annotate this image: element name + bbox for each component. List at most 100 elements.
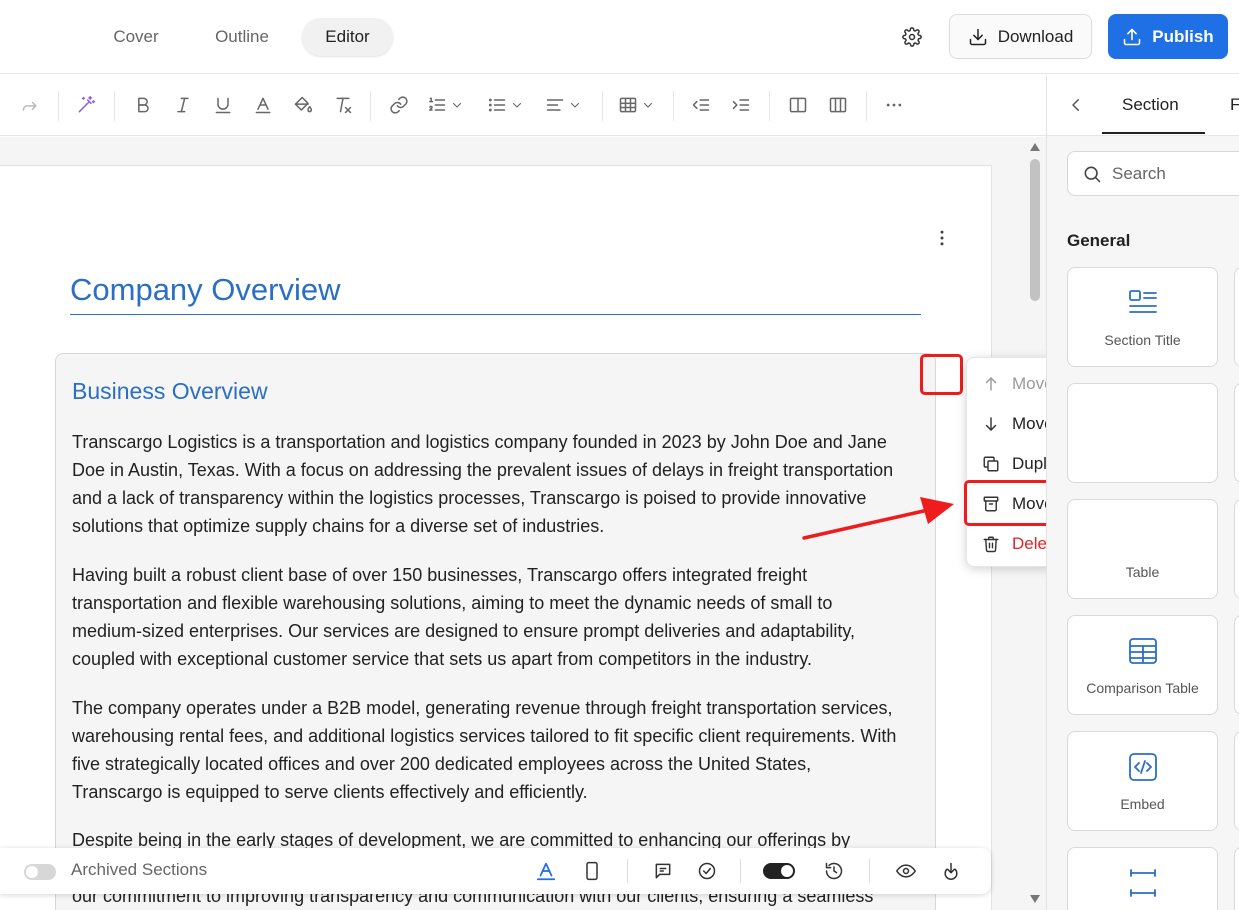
- outdent-icon: [692, 99, 710, 111]
- column-icon: [789, 97, 807, 113]
- link-button[interactable]: [387, 93, 411, 117]
- block-hidden[interactable]: [1067, 383, 1218, 483]
- history-button[interactable]: [822, 859, 846, 883]
- columns-button[interactable]: [826, 93, 850, 117]
- upload-icon: [1124, 28, 1141, 45]
- tab-cover[interactable]: Cover: [92, 18, 180, 56]
- bold-icon: [138, 97, 149, 113]
- clear-format-button[interactable]: [331, 93, 355, 117]
- duplicate-icon: [983, 456, 999, 472]
- tab-outline[interactable]: Outline: [194, 18, 290, 56]
- block-card-edge[interactable]: [1234, 615, 1239, 715]
- text-color-button[interactable]: [251, 93, 275, 117]
- outdent-button[interactable]: [689, 93, 713, 117]
- toolbar-divider: [740, 859, 741, 883]
- indent-icon: [732, 99, 750, 111]
- paragraph[interactable]: Transcargo Logistics is a transportation…: [72, 428, 902, 540]
- paragraph[interactable]: Having built a robust client base of ove…: [72, 561, 902, 673]
- block-label: Table: [1125, 564, 1160, 580]
- ordered-list-icon: [429, 97, 446, 111]
- panel-back-button[interactable]: [1065, 94, 1087, 116]
- section-heading[interactable]: Business Overview: [72, 378, 268, 405]
- comments-button[interactable]: [651, 859, 675, 883]
- underline-icon: [215, 97, 231, 114]
- block-card-edge[interactable]: [1234, 847, 1239, 910]
- column-button[interactable]: [786, 93, 810, 117]
- chevron-down-icon: [512, 102, 522, 108]
- toggle-knob: [26, 866, 38, 878]
- ai-magic-button[interactable]: [74, 93, 98, 117]
- text-style-button[interactable]: [534, 859, 558, 883]
- align-button[interactable]: [545, 93, 593, 117]
- more-button[interactable]: [882, 93, 906, 117]
- page-title[interactable]: Company Overview: [70, 272, 340, 308]
- block-card-edge[interactable]: [1234, 499, 1239, 599]
- panel-tab-partial[interactable]: F: [1230, 95, 1239, 115]
- bullet-list-button[interactable]: [487, 93, 535, 117]
- table-button[interactable]: [618, 93, 666, 117]
- block-card-edge[interactable]: [1234, 383, 1239, 483]
- chevron-down-icon: [570, 102, 580, 108]
- block-embed[interactable]: Embed: [1067, 731, 1218, 831]
- block-divider[interactable]: [1067, 847, 1218, 910]
- text-color-icon: [255, 97, 271, 114]
- italic-button[interactable]: [171, 93, 195, 117]
- title-divider: [70, 314, 921, 315]
- toolbar-divider: [769, 91, 770, 121]
- ai-magic-icon: [78, 95, 96, 113]
- section-options-button[interactable]: [922, 218, 962, 258]
- block-card-edge[interactable]: [1234, 731, 1239, 831]
- scroll-up-arrow[interactable]: [1029, 141, 1041, 153]
- block-section-title[interactable]: Section Title: [1067, 267, 1218, 367]
- indent-button[interactable]: [729, 93, 753, 117]
- settings-button[interactable]: [894, 20, 930, 54]
- comparison-table-icon: [1128, 638, 1157, 664]
- paragraph[interactable]: The company operates under a B2B model, …: [72, 694, 902, 806]
- archive-icon: [983, 496, 999, 512]
- chevron-down-icon: [643, 102, 653, 108]
- mode-toggle[interactable]: [763, 863, 795, 879]
- block-search[interactable]: [1067, 151, 1239, 196]
- bold-button[interactable]: [131, 93, 155, 117]
- link-icon: [390, 96, 408, 114]
- text-style-icon: [536, 862, 556, 881]
- block-table[interactable]: Table: [1067, 499, 1218, 599]
- highlight-icon: [294, 96, 313, 113]
- block-card-edge[interactable]: [1234, 267, 1239, 367]
- block-comparison-table[interactable]: Comparison Table: [1067, 615, 1218, 715]
- download-label: Download: [997, 26, 1074, 46]
- comment-icon: [655, 863, 671, 879]
- panel-tab-section[interactable]: Section: [1122, 95, 1179, 115]
- toolbar-divider: [602, 91, 603, 121]
- preview-button[interactable]: [894, 859, 918, 883]
- underline-button[interactable]: [211, 93, 235, 117]
- mobile-preview-button[interactable]: [580, 859, 604, 883]
- panel-header: Section F: [1047, 75, 1239, 136]
- group-label: General: [1067, 231, 1131, 250]
- scroll-down-arrow[interactable]: [1029, 893, 1041, 905]
- download-button[interactable]: Download: [949, 14, 1092, 59]
- triangle-down-icon: [1030, 895, 1040, 903]
- publish-button[interactable]: Publish: [1108, 14, 1228, 59]
- scroll-thumb[interactable]: [1030, 159, 1040, 301]
- bottom-toolbar: Archived Sections: [0, 848, 991, 894]
- save-download-button[interactable]: [939, 859, 963, 883]
- archived-sections-toggle[interactable]: [24, 864, 56, 880]
- block-label: Embed: [1120, 796, 1165, 812]
- download-icon: [969, 28, 986, 45]
- toolbar-divider: [627, 859, 628, 883]
- block-label: Comparison Table: [1086, 680, 1199, 696]
- chevron-down-icon: [452, 102, 462, 108]
- section-block[interactable]: Business Overview Transcargo Logistics i…: [55, 353, 936, 910]
- mobile-icon: [586, 861, 598, 881]
- check-button[interactable]: [695, 859, 719, 883]
- toggle-knob: [781, 865, 793, 877]
- ordered-list-button[interactable]: [427, 93, 475, 117]
- toolbar-divider: [114, 91, 115, 121]
- chevron-left-icon: [1072, 99, 1079, 111]
- tab-editor[interactable]: Editor: [302, 18, 393, 56]
- redo-button[interactable]: [18, 93, 42, 117]
- highlight-button[interactable]: [291, 93, 315, 117]
- trash-icon: [983, 536, 999, 553]
- search-input[interactable]: [1112, 163, 1232, 184]
